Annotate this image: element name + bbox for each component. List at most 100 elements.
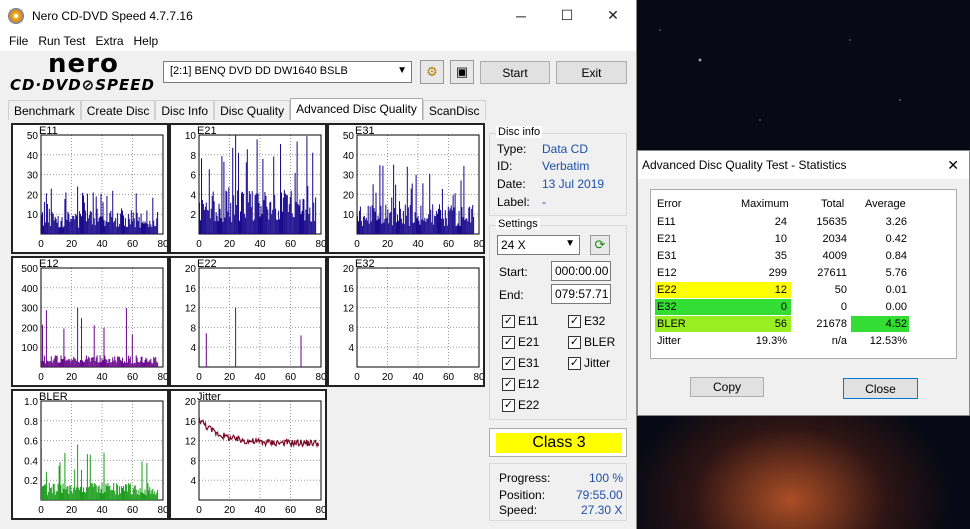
title-bar: Nero CD-DVD Speed 4.7.7.16 ─ ☐ ✕ [0,0,636,31]
chart-bar [265,195,267,234]
chart-bar [111,217,113,234]
stat-maximum: 10 [774,233,787,245]
chart-bar [428,214,430,234]
checkbox-e21[interactable]: ✓ E21 [502,335,539,349]
chart-bar [153,356,155,367]
maximize-button[interactable]: ☐ [544,0,590,31]
menu-extra[interactable]: Extra [90,34,128,48]
chart-bar [43,355,45,367]
chart-bar [63,226,65,234]
chart-bar [84,359,86,367]
chart-e22: 4 8 12 16 20 0 20 40 60 80 E22 [169,256,327,387]
chart-bar [313,202,315,234]
chart-bar [427,218,429,234]
chart-bar [150,493,152,500]
chart-bar [71,359,73,367]
tab-create-disc[interactable]: Create Disc [80,100,156,120]
chart-bar [54,355,56,367]
chart-bar [143,493,145,500]
chart-bar [151,490,153,500]
chart-bar [71,491,73,500]
chart-bar [456,225,458,234]
chart-bar [372,184,374,234]
chart-bar [128,358,130,367]
chart-bar [57,215,59,234]
chart-bar [443,226,445,234]
chart-bar [288,204,290,234]
checkbox-e32[interactable]: ✓ E32 [568,314,605,328]
checkbox-jitter[interactable]: ✓ Jitter [568,356,610,370]
chart-bar [101,482,103,500]
chart-bar [218,203,220,234]
close-dialog-button[interactable]: Close [843,378,918,399]
tab-advanced-disc-quality[interactable]: Advanced Disc Quality [290,98,423,120]
header-error: Error [657,198,682,210]
chart-bar [367,205,369,234]
chart-bar [102,493,104,500]
speed-select-value: 24 X [501,238,526,252]
chart-bar [124,484,126,500]
close-button[interactable]: ✕ [590,0,636,31]
chart-bar [71,219,73,234]
tab-disc-info[interactable]: Disc Info [155,100,215,120]
chart-bar [283,190,285,234]
chart-bar [264,192,266,234]
id-value: Verbatim [542,159,590,173]
chart-bar [267,209,269,234]
start-button[interactable]: Start [480,61,550,84]
chart-bar [61,359,63,367]
drive-select[interactable]: [2:1] BENQ DVD DD DW1640 BSLB ▼ [163,61,412,83]
minimize-button[interactable]: ─ [498,0,544,31]
menu-run-test[interactable]: Run Test [33,34,90,48]
tab-benchmark[interactable]: Benchmark [8,100,81,120]
chart-bar [145,357,147,367]
chart-bar [133,486,135,500]
statistics-close-icon[interactable]: ✕ [947,157,959,174]
chart-bar [44,222,46,234]
chart-bar [310,221,312,234]
y-tick-label: 4 [348,343,354,354]
drive-info-button[interactable]: ⚙ [420,60,444,84]
chart-bar [142,362,144,367]
refresh-speed-button[interactable]: ⟳ [590,235,610,255]
chart-bar [358,221,360,234]
chart-bar [134,363,136,367]
chart-bar [127,214,129,234]
checkbox-e12[interactable]: ✓ E12 [502,377,539,391]
chart-bar [85,221,87,234]
chart-bar [241,192,243,234]
copy-button[interactable]: Copy [690,377,764,397]
chart-bar [146,463,148,500]
chart-bar [440,209,442,234]
exit-button[interactable]: Exit [556,61,627,84]
checkbox-e11[interactable]: ✓ E11 [502,314,538,328]
refresh-icon: ⟳ [594,237,606,252]
menu-help[interactable]: Help [129,34,164,48]
chart-bar [156,218,158,234]
end-field[interactable]: 079:57.71 [551,284,611,304]
checkbox-e22[interactable]: ✓ E22 [502,398,539,412]
chart-bar [98,217,100,234]
tab-disc-quality[interactable]: Disc Quality [214,100,291,120]
start-field[interactable]: 000:00.00 [551,261,611,281]
chart-bar [76,361,78,367]
x-tick-label: 40 [254,239,266,250]
chart-bar [136,494,138,500]
chart-bar [145,495,147,500]
stat-average: 0.00 [885,301,907,313]
speed-select[interactable]: 24 X ▼ [497,235,580,255]
chart-bar [99,216,101,234]
chart-bar [75,213,77,234]
save-button[interactable]: ▣ [450,60,474,84]
tab-scandisc[interactable]: ScanDisc [422,100,486,120]
chart-bar [139,488,141,500]
checkbox-e31[interactable]: ✓ E31 [502,356,539,370]
chart-bar [101,358,103,367]
checkbox-bler[interactable]: ✓ BLER [568,335,615,349]
chart-bar [124,225,126,234]
menu-file[interactable]: File [4,34,33,48]
chart-bar [139,361,141,367]
chart-bar [255,193,257,234]
chart-bar [80,360,82,367]
chart-bar [388,223,390,234]
